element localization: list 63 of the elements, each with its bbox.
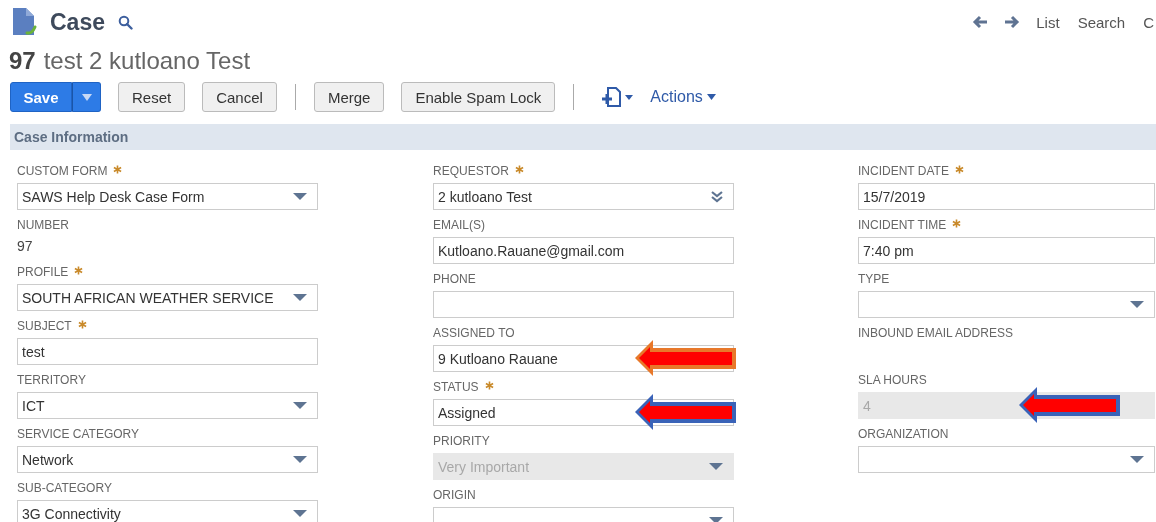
dropdown-caret-icon — [1130, 455, 1144, 464]
record-number: 97 — [9, 47, 36, 75]
toolbar-button[interactable]: Cancel — [202, 82, 277, 112]
field-label: PROFILE — [17, 265, 69, 279]
lookup-field[interactable]: 2 kutloano Test — [433, 183, 734, 210]
dropdown-caret-icon — [709, 462, 723, 471]
dropdown-field[interactable]: ICT — [17, 392, 318, 419]
dropdown-caret-icon — [709, 516, 723, 522]
field-label: STATUS — [433, 380, 479, 394]
field-label: SERVICE CATEGORY — [17, 427, 140, 441]
text-field[interactable]: Kutloano.Rauane@gmail.com — [433, 237, 734, 264]
record-name: test 2 kutloano Test — [43, 47, 251, 75]
dropdown-field[interactable] — [858, 446, 1155, 473]
field-label: NUMBER — [17, 218, 69, 232]
nav-link[interactable]: C — [1143, 13, 1154, 31]
dropdown-caret-icon — [1130, 300, 1144, 309]
field-label: SUB-CATEGORY — [17, 481, 112, 495]
field-label: SLA HOURS — [858, 373, 927, 387]
text-field[interactable] — [433, 291, 734, 318]
field-label: INBOUND EMAIL ADDRESS — [858, 326, 1013, 340]
caret-icon — [81, 93, 92, 101]
dropdown-field[interactable]: Network — [17, 446, 318, 473]
dropdown-caret-icon — [293, 192, 307, 201]
back-arrow-icon[interactable] — [972, 15, 989, 29]
field-label: ASSIGNED TO — [433, 326, 515, 340]
save-button[interactable]: Save — [10, 82, 72, 112]
dropdown-caret-icon — [293, 455, 307, 464]
field-label: ORIGIN — [433, 488, 476, 502]
double-chevron-icon — [711, 190, 723, 203]
dropdown-field[interactable]: SOUTH AFRICAN WEATHER SERVICE — [17, 284, 318, 311]
toolbar-button[interactable]: Reset — [118, 82, 186, 112]
text-field[interactable]: test — [17, 338, 318, 365]
field-label: ORGANIZATION — [858, 427, 949, 441]
field-label: REQUESTOR — [433, 164, 509, 178]
section-header: Case Information — [10, 124, 1156, 150]
actions-menu[interactable]: Actions — [650, 88, 716, 106]
nav-link[interactable]: Search — [1077, 13, 1126, 31]
text-field[interactable]: 15/7/2019 — [858, 183, 1155, 210]
dropdown-button[interactable] — [72, 82, 101, 112]
field-label: PRIORITY — [433, 434, 490, 448]
toolbar-button[interactable]: Enable Spam Lock — [401, 82, 556, 112]
text-field[interactable]: 7:40 pm — [858, 237, 1155, 264]
dropdown-field[interactable] — [858, 291, 1155, 318]
dropdown-caret-icon — [293, 509, 307, 518]
field-label: INCIDENT DATE — [858, 164, 949, 178]
field-label: EMAIL(S) — [433, 218, 485, 232]
field-label: SUBJECT — [17, 319, 72, 333]
field-label: TYPE — [858, 272, 890, 286]
field-value: 97 — [17, 238, 33, 254]
page-title: Case — [50, 8, 105, 36]
dropdown-field[interactable]: SAWS Help Desk Case Form — [17, 183, 318, 210]
field-label: INCIDENT TIME — [858, 218, 947, 232]
caret-icon — [706, 94, 716, 100]
forward-arrow-icon[interactable] — [1004, 15, 1021, 29]
field-label: CUSTOM FORM — [17, 164, 108, 178]
field-label: TERRITORY — [17, 373, 86, 387]
dropdown-field[interactable]: 3G Connectivity — [17, 500, 318, 522]
toolbar-button[interactable]: Merge — [313, 82, 385, 112]
dropdown-caret-icon — [293, 293, 307, 302]
nav-link[interactable]: List — [1036, 13, 1060, 31]
field-label: PHONE — [433, 272, 476, 286]
search-icon[interactable] — [118, 14, 133, 30]
dropdown-caret-icon — [293, 401, 307, 410]
